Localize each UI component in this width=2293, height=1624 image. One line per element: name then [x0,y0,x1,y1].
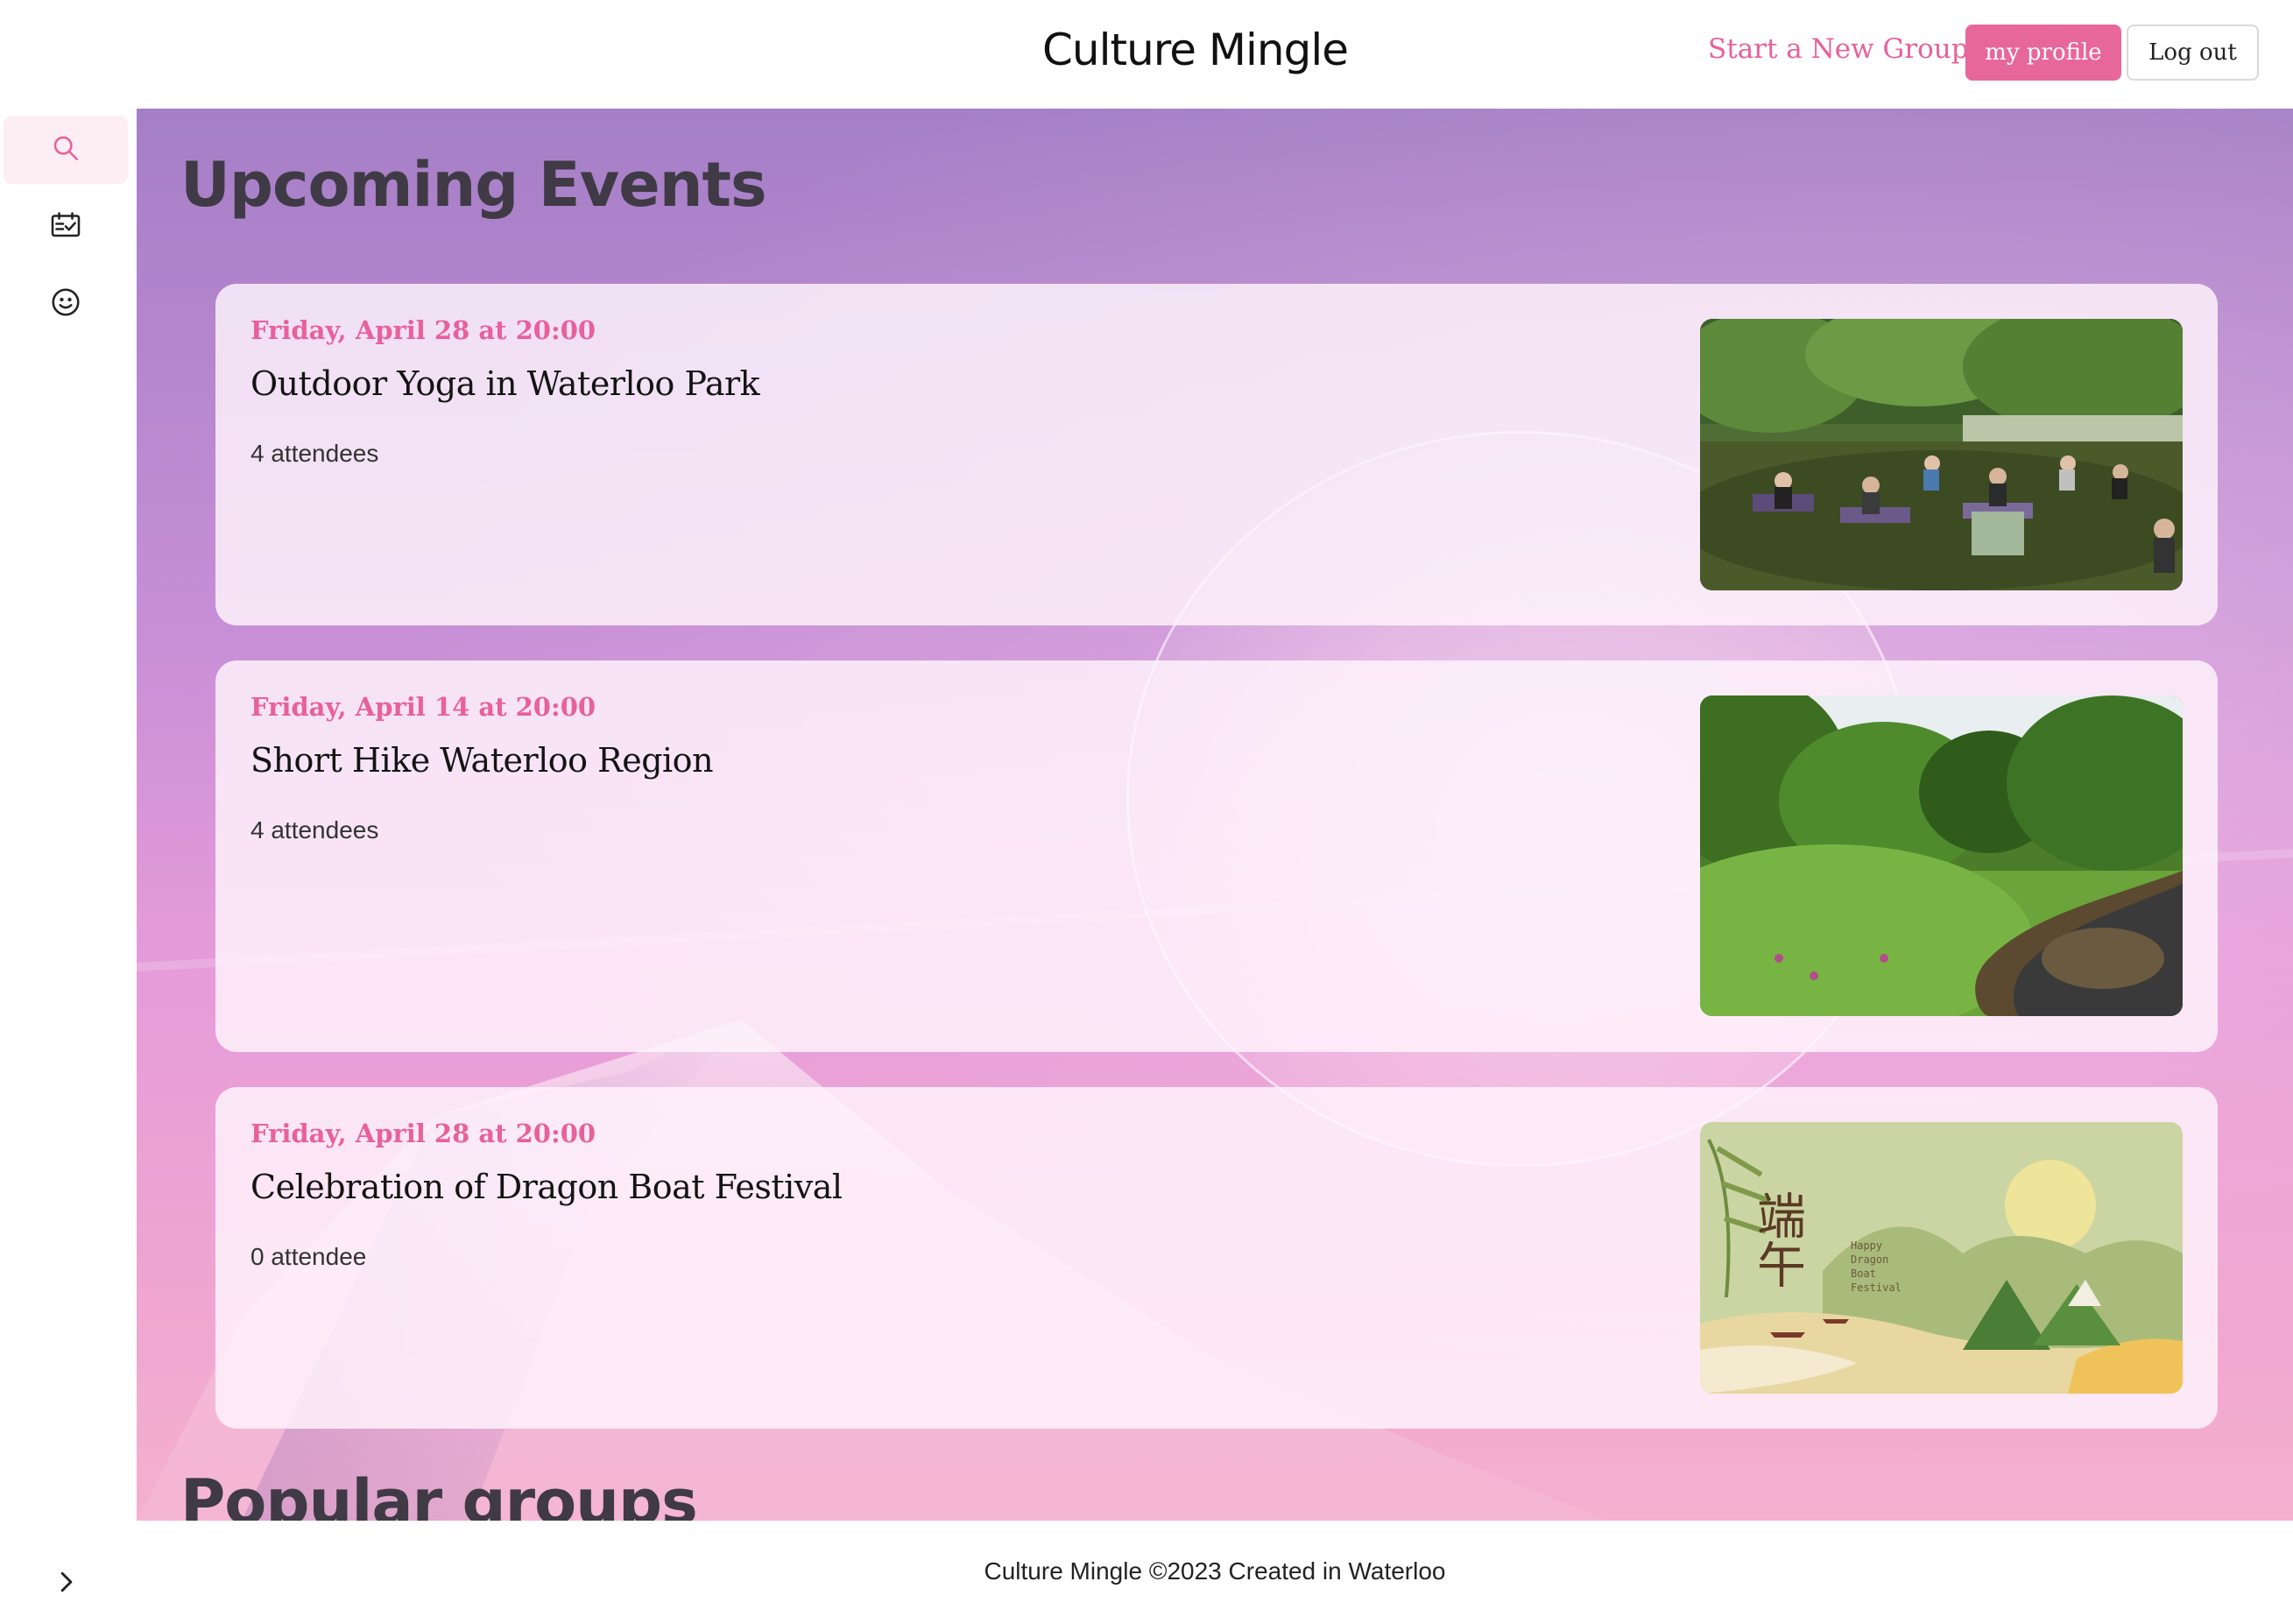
sidebar [0,109,137,1624]
event-card[interactable]: Friday, April 14 at 20:00 Short Hike Wat… [215,660,2218,1052]
dragon-image-characters: 端午 [1749,1190,1806,1289]
upcoming-events-heading: Upcoming Events [180,149,767,221]
event-title[interactable]: Celebration of Dragon Boat Festival [250,1168,843,1206]
my-profile-button[interactable]: my profile [1965,25,2121,81]
calendar-check-icon [50,210,81,244]
sidebar-collapse-toggle[interactable] [51,1568,82,1599]
app-title[interactable]: Culture Mingle [1042,25,1349,75]
event-title[interactable]: Short Hike Waterloo Region [250,741,714,780]
smiley-icon [50,286,81,322]
yoga-park-photo[interactable] [1700,319,2183,590]
logout-button[interactable]: Log out [2127,25,2259,81]
event-date: Friday, April 14 at 20:00 [250,692,596,722]
main-content[interactable]: Upcoming Events Friday, April 28 at 20:0… [137,109,2293,1521]
search-icon [51,133,81,167]
top-header: Culture Mingle Start a New Group my prof… [0,0,2293,109]
dragon-image-caption-3: Boat [1851,1267,1876,1280]
event-date: Friday, April 28 at 20:00 [250,1119,596,1148]
dragon-image-caption-2: Dragon [1851,1253,1888,1266]
event-title[interactable]: Outdoor Yoga in Waterloo Park [250,364,760,403]
sidebar-item-profile[interactable] [4,270,128,338]
dragon-image-caption-4: Festival [1851,1282,1901,1294]
hike-creek-photo[interactable] [1700,695,2183,1016]
dragon-boat-illustration[interactable]: 端午 Happy Dragon Boat Festival [1700,1122,2183,1394]
sidebar-item-search[interactable] [4,116,128,184]
chevron-right-icon [57,1571,76,1598]
popular-groups-heading: Popular groups [180,1466,698,1521]
event-attendees: 4 attendees [250,440,379,467]
event-card[interactable]: Friday, April 28 at 20:00 Celebration of… [215,1087,2218,1429]
start-new-group-link[interactable]: Start a New Group [1708,33,1969,65]
sidebar-item-events[interactable] [4,193,128,261]
dragon-image-caption-1: Happy [1851,1239,1882,1252]
event-date: Friday, April 28 at 20:00 [250,315,596,345]
event-attendees: 4 attendees [250,816,379,844]
footer: Culture Mingle ©2023 Created in Waterloo [137,1521,2293,1624]
footer-text: Culture Mingle ©2023 Created in Waterloo [984,1557,1446,1585]
event-attendees: 0 attendee [250,1243,367,1270]
event-card[interactable]: Friday, April 28 at 20:00 Outdoor Yoga i… [215,284,2218,625]
